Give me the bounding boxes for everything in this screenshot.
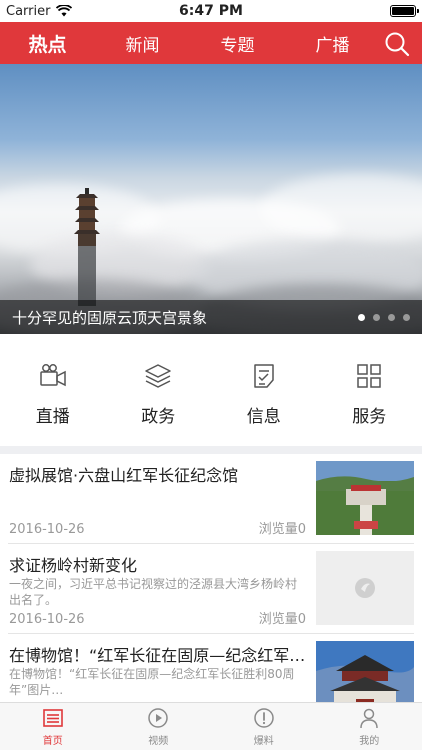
news-item[interactable]: 虚拟展馆·六盘山红军长征纪念馆 2016-10-26 浏览量0 xyxy=(8,454,414,544)
pagoda-image xyxy=(74,188,100,306)
banner-caption-bar: 十分罕见的固原云顶天宫景象 xyxy=(0,300,422,334)
tab-broadcast[interactable]: 广播 xyxy=(285,31,380,56)
news-item[interactable]: 求证杨岭村新变化 一夜之间，习近平总书记视察过的泾源县大湾乡杨岭村出名了。 20… xyxy=(8,544,414,634)
news-title: 在博物馆！“红军长征在固原—纪念红军… xyxy=(9,646,306,665)
news-summary: 在博物馆！“红军长征在固原—纪念红军长征胜利80周年”图片… xyxy=(9,667,295,697)
news-title: 求证杨岭村新变化 xyxy=(9,556,138,575)
list-icon xyxy=(42,708,63,727)
news-thumbnail-placeholder xyxy=(316,551,414,625)
tab-hot[interactable]: 热点 xyxy=(0,30,95,57)
section-divider xyxy=(0,446,422,454)
search-icon[interactable] xyxy=(384,31,410,57)
carousel-dot[interactable] xyxy=(388,313,395,321)
news-date: 2016-10-26 xyxy=(9,612,85,627)
tab-mine-label: 我的 xyxy=(359,735,380,747)
document-check-icon xyxy=(254,364,274,388)
news-date: 2016-10-26 xyxy=(9,522,85,537)
quick-info[interactable]: 信息 xyxy=(211,334,317,446)
bottom-tab-bar: 首页 视频 爆料 我的 xyxy=(0,702,422,750)
quick-info-label: 信息 xyxy=(246,407,281,427)
tab-news[interactable]: 新闻 xyxy=(95,31,190,56)
tab-topics[interactable]: 专题 xyxy=(190,31,285,56)
carousel-dot[interactable] xyxy=(373,313,380,321)
top-nav: 热点 新闻 专题 广播 xyxy=(0,22,422,64)
quick-government-label: 政务 xyxy=(141,407,176,427)
tab-home[interactable]: 首页 xyxy=(0,703,106,750)
quick-menu: 直播 政务 信息 服务 xyxy=(0,334,422,446)
status-bar: Carrier 6:47 PM xyxy=(0,0,422,22)
news-title: 虚拟展馆·六盘山红军长征纪念馆 xyxy=(9,466,239,485)
banner-carousel[interactable]: 十分罕见的固原云顶天宫景象 xyxy=(0,64,422,334)
grid-icon xyxy=(357,364,381,388)
placeholder-logo-icon xyxy=(355,578,375,598)
tab-video-label: 视频 xyxy=(148,735,169,747)
quick-service-label: 服务 xyxy=(352,407,387,427)
wifi-icon xyxy=(56,5,73,17)
news-thumbnail xyxy=(316,461,414,535)
tab-report-label: 爆料 xyxy=(253,735,274,747)
tab-home-label: 首页 xyxy=(42,735,63,747)
quick-government[interactable]: 政务 xyxy=(106,334,212,446)
battery-icon xyxy=(390,5,419,17)
quick-live-label: 直播 xyxy=(35,407,70,427)
quick-live[interactable]: 直播 xyxy=(0,334,106,446)
news-summary: 一夜之间，习近平总书记视察过的泾源县大湾乡杨岭村出名了。 xyxy=(9,577,298,607)
play-icon xyxy=(148,707,168,728)
tab-report[interactable]: 爆料 xyxy=(211,703,317,750)
news-thumbnail xyxy=(316,641,414,702)
video-camera-icon xyxy=(40,364,66,387)
news-list: 虚拟展馆·六盘山红军长征纪念馆 2016-10-26 浏览量0 求证杨岭村新变化… xyxy=(0,454,422,702)
tab-video[interactable]: 视频 xyxy=(106,703,212,750)
carousel-dot[interactable] xyxy=(358,313,365,321)
layers-icon xyxy=(145,364,171,388)
news-item[interactable]: 在博物馆！“红军长征在固原—纪念红军… 在博物馆！“红军长征在固原—纪念红军长征… xyxy=(8,634,414,702)
carousel-dot[interactable] xyxy=(403,313,410,321)
quick-service[interactable]: 服务 xyxy=(317,334,422,446)
banner-caption: 十分罕见的固原云顶天宫景象 xyxy=(12,308,208,327)
carousel-dots xyxy=(358,313,410,321)
tab-mine[interactable]: 我的 xyxy=(317,703,422,750)
user-icon xyxy=(360,708,378,728)
alert-icon xyxy=(254,707,274,728)
carrier-label: Carrier xyxy=(6,3,51,19)
news-views: 浏览量0 xyxy=(258,522,306,537)
news-views: 浏览量0 xyxy=(258,612,306,627)
